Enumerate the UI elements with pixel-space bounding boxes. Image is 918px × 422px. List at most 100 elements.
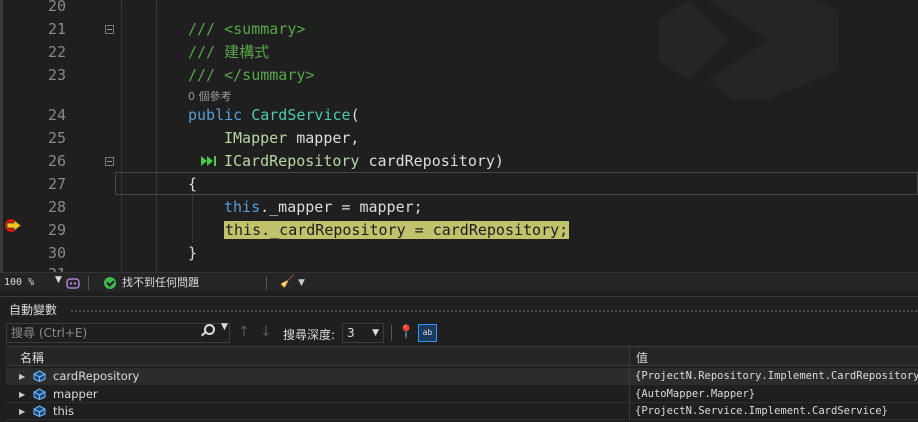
variable-value[interactable]: {ProjectN.Repository.Implement.CardRepos… [635, 368, 918, 385]
expand-icon[interactable]: ▶ [19, 386, 25, 403]
editor-status-bar: 100 % ▼ 找不到任何問題 🧹 ▼ [0, 272, 918, 292]
type-name: IMapper [224, 129, 288, 147]
variable-icon [33, 370, 46, 382]
pin-icon[interactable]: 📍 [398, 325, 414, 341]
keyword: this [224, 198, 261, 216]
line-number: 31 [26, 263, 66, 272]
code-editor[interactable]: 20 21 22 23 24 25 26 27 28 29 30 31 /// … [0, 0, 918, 272]
line-number: 29 [47, 221, 66, 239]
variable-name: mapper [53, 387, 98, 401]
search-depth-select[interactable]: 3 ▼ [342, 323, 384, 343]
comment: /// 建構式 [188, 43, 270, 61]
visual-studio-logo-watermark [658, 0, 838, 100]
column-divider [629, 368, 630, 385]
column-divider [629, 386, 630, 403]
indent-guide [192, 194, 193, 242]
autos-window: 自動變數 搜尋 (Ctrl+E) ▼ ↑ ↓ 搜尋深度: 3 ▼ 📍 ab 名稱… [0, 296, 918, 422]
current-statement-highlight: this._cardRepository = cardRepository; [224, 221, 570, 239]
column-divider [629, 403, 630, 420]
code-line-25[interactable]: IMapper mapper, [224, 127, 359, 150]
keyword: public [188, 106, 243, 124]
code-cleanup-icon[interactable]: 🧹 ▼ [280, 274, 305, 288]
chevron-down-icon: ▼ [372, 328, 379, 338]
type-name: ICardRepository [224, 152, 360, 170]
line-number: 26 [47, 152, 66, 170]
collapse-region-toggle[interactable] [105, 25, 114, 34]
search-placeholder: 搜尋 (Ctrl+E) [11, 326, 88, 340]
code-line-26[interactable]: ICardRepository cardRepository) [224, 150, 504, 173]
issues-text: 找不到任何問題 [122, 276, 199, 289]
search-depth-label: 搜尋深度: [283, 328, 336, 342]
expand-icon[interactable]: ▶ [19, 403, 25, 420]
variable-name: cardRepository [53, 369, 140, 383]
column-header-name[interactable]: 名稱 [20, 349, 44, 366]
code-line-30[interactable]: } [188, 242, 197, 265]
code-line-28[interactable]: this._mapper = mapper; [224, 196, 423, 219]
brace: } [188, 244, 198, 262]
table-row[interactable]: ▶ cardRepository {ProjectN.Repository.Im… [6, 368, 918, 385]
code-line-27[interactable]: { [188, 173, 197, 196]
code-line-22[interactable]: /// 建構式 [188, 41, 269, 64]
chevron-down-icon[interactable]: ▼ [221, 322, 228, 332]
keyword: this [225, 221, 262, 239]
line-number: 21 [47, 20, 66, 38]
title-grip[interactable] [70, 309, 918, 313]
copilot-icon[interactable] [66, 276, 80, 290]
search-input[interactable]: 搜尋 (Ctrl+E) [6, 323, 230, 343]
code-line-23[interactable]: /// </summary> [188, 64, 314, 87]
table-row[interactable]: ▶ mapper {AutoMapper.Mapper} [6, 386, 918, 403]
divider [391, 325, 392, 341]
run-to-cursor-icon[interactable] [201, 155, 217, 167]
indent-guide [156, 0, 157, 272]
arrow-up-icon[interactable]: ↑ [238, 324, 250, 340]
issues-status[interactable]: 找不到任何問題 [104, 275, 264, 291]
line-number: 27 [47, 175, 66, 193]
collapse-region-toggle[interactable] [105, 157, 114, 166]
autos-title: 自動變數 [9, 303, 58, 317]
parameter: mapper, [287, 129, 360, 147]
expand-icon[interactable]: ▶ [19, 368, 25, 385]
line-number: 22 [47, 43, 66, 61]
brace: { [188, 175, 198, 193]
column-header-value[interactable]: 值 [636, 349, 648, 366]
line-number: 28 [47, 198, 66, 216]
codelens-references[interactable]: 0 個參考 [188, 88, 232, 104]
variable-icon [33, 405, 46, 417]
comment: /// <summary> [188, 20, 306, 38]
column-divider[interactable] [629, 347, 630, 366]
variable-name: this [53, 404, 74, 418]
line-number: 23 [47, 66, 66, 84]
punctuation: ( [350, 106, 360, 124]
search-depth-value: 3 [347, 326, 355, 340]
zoom-level: 100 % [4, 277, 35, 288]
current-line-indicator [115, 172, 918, 195]
margin-line [0, 0, 3, 272]
autos-toolbar: 搜尋 (Ctrl+E) ▼ ↑ ↓ 搜尋深度: 3 ▼ 📍 ab [0, 321, 918, 345]
variable-icon [33, 388, 46, 400]
line-number: 30 [47, 244, 66, 262]
class-name: CardService [251, 106, 351, 124]
statement: ._mapper = mapper; [260, 198, 423, 216]
indent-guide [121, 0, 122, 272]
code-line-21[interactable]: /// <summary> [188, 18, 305, 41]
line-number: 24 [47, 106, 66, 124]
divider [266, 276, 267, 290]
grid-header: 名稱 值 [6, 346, 918, 366]
statement: ._cardRepository = cardRepository; [261, 221, 569, 239]
arrow-down-icon[interactable]: ↓ [260, 324, 272, 340]
line-number: 25 [47, 129, 66, 147]
line-number: 20 [47, 0, 66, 15]
variable-value[interactable]: {AutoMapper.Mapper} [635, 386, 755, 403]
code-line-29[interactable]: this._cardRepository = cardRepository; [224, 219, 570, 242]
hex-display-toggle[interactable]: ab [418, 324, 437, 342]
search-icon[interactable] [204, 324, 215, 335]
parameter: cardRepository) [359, 152, 504, 170]
table-row[interactable]: ▶ this {ProjectN.Service.Implement.CardS… [6, 403, 918, 420]
check-circle-icon [104, 277, 116, 289]
instruction-pointer-icon[interactable] [4, 218, 23, 233]
divider [88, 276, 89, 290]
chevron-down-icon[interactable]: ▼ [55, 275, 62, 285]
code-line-24[interactable]: public CardService( [188, 104, 360, 127]
variable-value[interactable]: {ProjectN.Service.Implement.CardService} [635, 403, 888, 420]
comment: /// </summary> [188, 66, 315, 84]
